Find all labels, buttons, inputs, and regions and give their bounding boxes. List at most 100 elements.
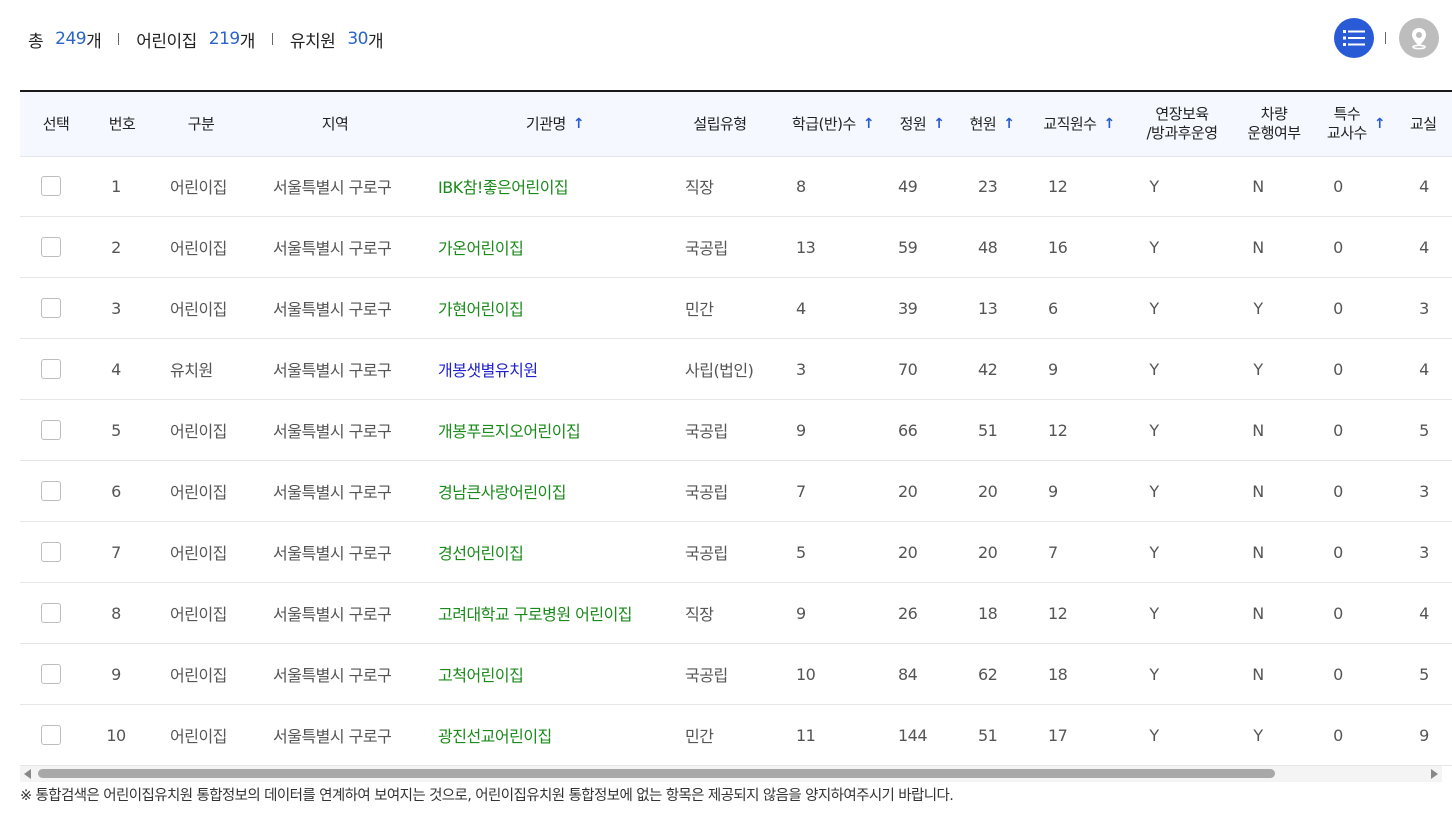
cell-rooms: 3	[1419, 542, 1429, 562]
sort-arrow-up-icon[interactable]: ↑	[573, 115, 585, 134]
col-rooms: 교실	[1404, 92, 1452, 156]
facility-name-link[interactable]: 가온어린이집	[438, 235, 524, 259]
cell-name: 개봉푸르지오어린이집	[438, 400, 678, 460]
facility-name-link[interactable]: IBK참!좋은어린이집	[438, 174, 569, 198]
cell-staff: 9	[1048, 481, 1058, 501]
cell-type: 어린이집	[170, 544, 227, 563]
col-staff[interactable]: 교직원수 ↑	[1032, 92, 1126, 156]
facility-name-link[interactable]: 고척어린이집	[438, 662, 524, 686]
select-checkbox[interactable]	[41, 481, 61, 501]
cell-staff: 12	[1048, 420, 1068, 440]
cell-staff: 12	[1048, 176, 1068, 196]
select-checkbox[interactable]	[41, 664, 61, 684]
cell-type: 유치원	[170, 361, 213, 380]
cell-type: 어린이집	[170, 483, 227, 502]
cell-establishment: 국공립	[685, 544, 728, 563]
col-special-teachers[interactable]: 특수 교사수 ↑	[1316, 92, 1396, 156]
cell-vehicle: N	[1252, 603, 1264, 623]
select-checkbox[interactable]	[41, 359, 61, 379]
select-checkbox[interactable]	[41, 725, 61, 745]
facility-name-link[interactable]: 경남큰사랑어린이집	[438, 479, 566, 503]
table-row: 4 유치원 서울특별시 구로구 개봉샛별유치원 사립(법인) 3 70 42 9 Y Y 0 4	[20, 339, 1452, 400]
sort-arrow-up-icon[interactable]: ↑	[863, 115, 875, 134]
cell-rooms: 3	[1419, 298, 1429, 318]
cell-rooms: 3	[1419, 481, 1429, 501]
cell-number: 5	[111, 420, 121, 440]
cell-classes: 9	[796, 420, 806, 440]
sort-arrow-up-icon[interactable]: ↑	[933, 115, 945, 134]
cell-region: 서울특별시 구로구	[273, 483, 392, 502]
facility-name-link[interactable]: 경선어린이집	[438, 540, 524, 564]
cell-vehicle: Y	[1253, 725, 1263, 745]
cell-region: 서울특별시 구로구	[273, 178, 392, 197]
cell-number: 1	[111, 176, 121, 196]
col-classes-label: 학급(반)수	[791, 114, 856, 133]
col-number: 번호	[92, 92, 152, 156]
facility-name-link[interactable]: 광진선교어린이집	[438, 723, 552, 747]
col-vehicle: 차량 운행여부	[1238, 92, 1310, 156]
cell-vehicle: N	[1252, 420, 1264, 440]
cell-classes: 9	[796, 603, 806, 623]
daycare-unit: 개	[239, 31, 256, 52]
cell-capacity: 20	[898, 481, 918, 501]
view-toggle	[1334, 18, 1439, 58]
facility-name-link[interactable]: 개봉푸르지오어린이집	[438, 418, 581, 442]
cell-classes: 8	[796, 176, 806, 196]
select-checkbox[interactable]	[41, 603, 61, 623]
col-capacity[interactable]: 정원 ↑	[890, 92, 954, 156]
summary-divider	[118, 33, 120, 45]
scroll-left-icon[interactable]	[24, 769, 31, 779]
sort-arrow-up-icon[interactable]: ↑	[1103, 115, 1115, 134]
cell-name: IBK참!좋은어린이집	[438, 156, 678, 216]
row-select	[20, 400, 82, 460]
cell-capacity: 84	[898, 664, 918, 684]
cell-classes: 13	[796, 237, 816, 257]
select-checkbox[interactable]	[41, 420, 61, 440]
col-special-label-1: 특수	[1333, 105, 1361, 123]
list-icon	[1343, 30, 1365, 46]
cell-current: 42	[978, 359, 998, 379]
col-type: 구분	[160, 92, 242, 156]
scroll-right-icon[interactable]	[1431, 769, 1438, 779]
cell-special-teachers: 0	[1333, 603, 1343, 623]
col-type-label: 구분	[187, 114, 215, 133]
row-select	[20, 583, 82, 643]
cell-rooms: 4	[1419, 237, 1429, 257]
select-checkbox[interactable]	[41, 542, 61, 562]
col-extended-label-2: /방과후운영	[1146, 124, 1218, 142]
cell-name: 광진선교어린이집	[438, 705, 678, 765]
cell-number: 9	[111, 664, 121, 684]
cell-type: 어린이집	[170, 422, 227, 441]
map-view-button[interactable]	[1399, 18, 1439, 58]
facility-name-link[interactable]: 개봉샛별유치원	[438, 357, 538, 381]
sort-arrow-up-icon[interactable]: ↑	[1374, 115, 1386, 134]
total-unit: 개	[86, 31, 102, 52]
cell-vehicle: Y	[1253, 298, 1263, 318]
map-pin-icon	[1412, 28, 1426, 50]
cell-classes: 5	[796, 542, 806, 562]
cell-capacity: 59	[898, 237, 918, 257]
select-checkbox[interactable]	[41, 237, 61, 257]
cell-current: 51	[978, 725, 998, 745]
cell-current: 62	[978, 664, 998, 684]
table-row: 6 어린이집 서울특별시 구로구 경남큰사랑어린이집 국공립 7 20 20 9 Y N 0 3	[20, 461, 1452, 522]
cell-number: 10	[106, 725, 126, 745]
cell-special-teachers: 0	[1333, 664, 1343, 684]
col-name[interactable]: 기관명 ↑	[435, 92, 675, 156]
scrollbar-thumb[interactable]	[38, 769, 1275, 778]
col-classes[interactable]: 학급(반)수 ↑	[778, 92, 888, 156]
list-view-button[interactable]	[1334, 18, 1374, 58]
cell-establishment: 직장	[685, 605, 714, 624]
col-current[interactable]: 현원 ↑	[960, 92, 1024, 156]
sort-arrow-up-icon[interactable]: ↑	[1003, 115, 1015, 134]
cell-capacity: 26	[898, 603, 918, 623]
table-row: 3 어린이집 서울특별시 구로구 가현어린이집 민간 4 39 13 6 Y Y 0 3	[20, 278, 1452, 339]
horizontal-scrollbar[interactable]	[20, 766, 1442, 782]
select-checkbox[interactable]	[41, 298, 61, 318]
facility-name-link[interactable]: 고려대학교 구로병원 어린이집	[438, 601, 633, 625]
col-name-label: 기관명	[525, 114, 566, 133]
total-count: 249	[55, 29, 87, 49]
cell-name: 가온어린이집	[438, 217, 678, 277]
facility-name-link[interactable]: 가현어린이집	[438, 296, 524, 320]
select-checkbox[interactable]	[41, 176, 61, 196]
